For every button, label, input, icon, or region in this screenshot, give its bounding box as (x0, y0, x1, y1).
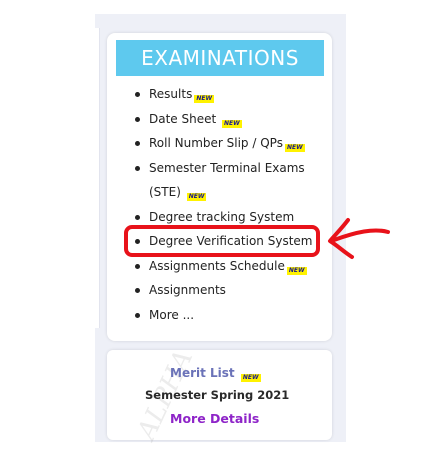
bullet-icon (135, 288, 140, 293)
menu-item-label: Degree tracking System (149, 209, 295, 224)
bullet-icon (135, 312, 140, 318)
highlight-ring-annotation (124, 225, 320, 257)
more-details-link[interactable]: More Details (170, 411, 259, 426)
menu-item-assignments[interactable]: Assignments (134, 278, 330, 303)
bullet-icon (135, 116, 140, 122)
bullet-icon (135, 214, 140, 220)
menu-item-label: (STE) (149, 185, 181, 199)
menu-item-label: More ... (149, 307, 195, 322)
menu-item-label: Results (149, 87, 193, 101)
new-badge: NEW (284, 144, 305, 152)
merit-list-label: Merit List (170, 366, 235, 380)
menu-item-ste-continuation[interactable]: (STE) NEW (134, 180, 330, 205)
menu-item-date-sheet[interactable]: Date Sheet NEW (134, 107, 330, 132)
menu-item-roll-number-slip[interactable]: Roll Number Slip / QPs NEW (134, 131, 330, 156)
bullet-icon (135, 263, 140, 269)
menu-item-more[interactable]: More ... (134, 303, 330, 328)
bullet-icon (135, 165, 140, 171)
menu-item-label: Semester Terminal Exams (149, 160, 305, 175)
new-badge: NEW (222, 119, 242, 128)
menu-item-assignments-schedule[interactable]: Assignments Schedule NEW (134, 254, 330, 279)
bullet-icon (135, 141, 140, 146)
examinations-menu: Results NEW Date Sheet NEW Roll Number Sl… (134, 82, 330, 327)
merit-subtitle: Semester Spring 2021 (145, 388, 290, 402)
menu-item-label: Assignments (149, 283, 226, 297)
examinations-title: EXAMINATIONS (141, 46, 299, 70)
examinations-header: EXAMINATIONS (116, 40, 324, 76)
screenshot-stage: EXAMINATIONS Results NEW Date Sheet NEW R… (0, 0, 438, 465)
merit-list-link[interactable]: Merit List NEW (170, 366, 261, 382)
menu-item-label: Date Sheet (149, 111, 217, 126)
new-badge: NEW (286, 266, 307, 275)
bullet-icon (135, 92, 140, 97)
menu-item-semester-terminal-exams[interactable]: Semester Terminal Exams (134, 156, 330, 181)
menu-item-label: Assignments Schedule (149, 258, 285, 273)
new-badge: NEW (186, 193, 207, 201)
menu-item-results[interactable]: Results NEW (134, 82, 330, 107)
panel-divider (95, 28, 100, 328)
menu-item-label: Roll Number Slip / QPs (149, 136, 283, 150)
new-badge: NEW (194, 95, 215, 103)
red-arrow-icon (328, 218, 390, 259)
new-badge: NEW (240, 374, 261, 382)
